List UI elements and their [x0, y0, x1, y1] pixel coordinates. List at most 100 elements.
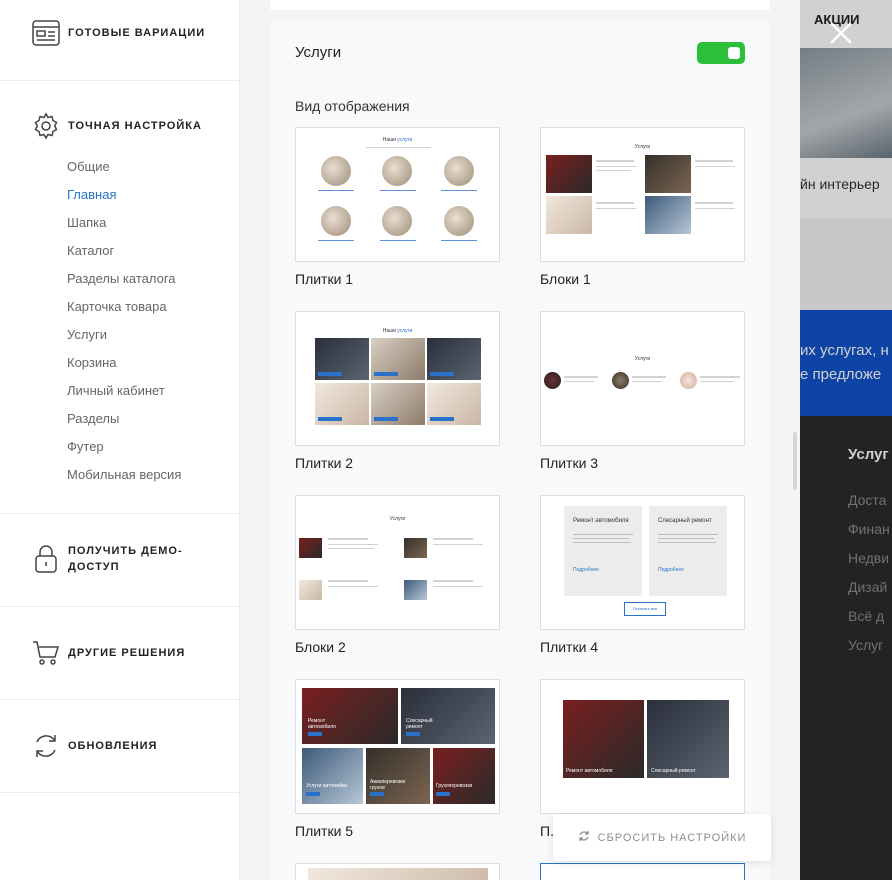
sidebar-item-catalog[interactable]: Каталог [67, 243, 114, 258]
thumb-text-line [328, 580, 368, 582]
layout-template-icon [31, 18, 61, 48]
thumb-circle [680, 372, 697, 389]
thumb-text-line [658, 542, 716, 543]
site-footer-heading: Услуг [848, 446, 889, 463]
thumb-tile-title: Ремонт автомобиля [566, 768, 613, 774]
thumb-circle [612, 372, 629, 389]
sidebar-variations-link[interactable]: Готовые вариации [31, 18, 205, 48]
thumb-tile-title: Ремонт автомобиля [308, 718, 336, 730]
sidebar-other-link[interactable]: Другие решения [31, 638, 185, 668]
gear-icon [31, 111, 61, 141]
thumb-show-all: Показать все [624, 602, 666, 616]
previous-card-bottom [270, 0, 770, 10]
thumb-title-services: услуги [397, 328, 413, 334]
option-label-tiles-3: Плитки 3 [540, 455, 599, 471]
site-footer-link: Дизай [848, 579, 888, 595]
option-tiles-5[interactable]: Ремонт автомобиля Слесарный ремонт Услуг… [295, 679, 500, 814]
option-label-blocks-2: Блоки 2 [295, 639, 346, 655]
option-tiles-6[interactable]: Ремонт автомобиля Слесарный ремонт [540, 679, 745, 814]
thumb-text-line [328, 548, 374, 549]
site-footer: Услуг Доста Финан Недви Дизай Всё д Услу… [800, 416, 892, 880]
thumb-badge [430, 417, 454, 421]
reset-settings-button[interactable]: Сбросить настройки [553, 814, 771, 861]
thumb-tile-title: Грузоперевозки [436, 783, 473, 789]
thumb-text-line [433, 538, 473, 540]
reset-icon [578, 829, 590, 847]
option-tiles-2[interactable]: Наши услуги [295, 311, 500, 446]
site-background: АКЦИИ йн интерьер их услугах, н е предло… [800, 0, 892, 880]
site-banner-text: их услугах, н [800, 342, 889, 359]
sidebar-item-product-card[interactable]: Карточка товара [67, 299, 167, 314]
site-footer-link: Недви [848, 550, 890, 566]
sidebar-item-sections[interactable]: Разделы [67, 411, 119, 426]
thumb-photo [563, 700, 644, 778]
reset-settings-label: Сбросить настройки [597, 831, 747, 844]
thumb-text-line [328, 544, 378, 545]
sidebar-fine-tuning-label: Точная настройка [68, 120, 202, 132]
toggle-knob [728, 47, 740, 59]
sidebar-item-footer[interactable]: Футер [67, 439, 104, 454]
thumb-text-line [695, 166, 735, 167]
thumb-card-title: Ремонт автомобиля [573, 518, 629, 524]
thumb-circle [382, 156, 412, 186]
thumb-text-line [695, 160, 733, 162]
sidebar-item-catalog-sections[interactable]: Разделы каталога [67, 271, 176, 286]
site-footer-link: Всё д [848, 608, 885, 624]
thumb-title: Наши услуги [296, 137, 499, 143]
sidebar-demo-label: Получить демо-доступ [68, 545, 183, 573]
sidebar-item-mobile[interactable]: Мобильная версия [67, 467, 181, 482]
option-label-tiles-1: Плитки 1 [295, 271, 354, 287]
sidebar-fine-tuning-link[interactable]: Точная настройка [31, 111, 202, 141]
thumb-badge [308, 732, 322, 736]
option-next-right[interactable] [540, 863, 745, 880]
option-label-tiles-5: Плитки 5 [295, 823, 354, 839]
thumb-photo [404, 538, 427, 558]
sidebar-item-header[interactable]: Шапка [67, 215, 106, 230]
sidebar-section-other: Другие решения [0, 607, 240, 700]
services-toggle[interactable] [697, 42, 745, 64]
thumb-more-link: Подробнее [573, 567, 599, 573]
thumb-photo [645, 155, 691, 193]
option-blocks-2[interactable]: Услуги [295, 495, 500, 630]
thumb-circle [544, 372, 561, 389]
thumb-photo [299, 580, 322, 600]
sidebar-item-general[interactable]: Общие [67, 159, 110, 174]
option-tiles-3[interactable]: Услуги [540, 311, 745, 446]
thumb-text-line [564, 376, 598, 378]
thumb-text-line [700, 381, 734, 382]
thumb-text-line [564, 381, 594, 382]
sidebar-demo-link[interactable]: Получить демо-доступ [31, 543, 198, 575]
sidebar-item-cart[interactable]: Корзина [67, 355, 117, 370]
thumb-title-our: Наши [382, 137, 396, 143]
thumb-tile-title: Слесарный ремонт [651, 768, 696, 774]
close-icon[interactable] [826, 18, 856, 48]
thumb-badge [436, 792, 450, 796]
sidebar-item-account[interactable]: Личный кабинет [67, 383, 165, 398]
option-next-left[interactable] [295, 863, 500, 880]
panel-scrollbar[interactable] [793, 432, 797, 490]
sidebar-updates-link[interactable]: Обновления [31, 731, 157, 761]
option-blocks-1[interactable]: Услуги [540, 127, 745, 262]
thumb-badge [318, 417, 342, 421]
lock-icon [31, 544, 61, 574]
option-tiles-4[interactable]: Ремонт автомобиля Слесарный ремонт Подро… [540, 495, 745, 630]
thumb-title: Услуги [634, 144, 651, 150]
thumb-text-line [328, 538, 368, 540]
option-tiles-1[interactable]: Наши услуги [295, 127, 500, 262]
thumb-photo [299, 538, 322, 558]
refresh-icon [31, 731, 61, 761]
settings-panel: Услуги Вид отображения Наши услуги Плитк… [240, 0, 800, 880]
thumb-circle [382, 206, 412, 236]
sidebar-other-label: Другие решения [68, 647, 186, 659]
thumb-text-line [328, 586, 378, 587]
thumb-circle [321, 206, 351, 236]
thumb-badge [374, 417, 398, 421]
thumb-text-line [573, 538, 629, 539]
sidebar-item-services[interactable]: Услуги [67, 327, 107, 342]
settings-sidebar: Готовые вариации Точная настройка Общие … [0, 0, 240, 880]
thumb-text-line [596, 208, 636, 209]
thumb-subtitle-line [366, 147, 431, 148]
option-label-blocks-1: Блоки 1 [540, 271, 591, 287]
sidebar-item-main[interactable]: Главная [67, 187, 116, 202]
thumb-photo [308, 868, 488, 880]
